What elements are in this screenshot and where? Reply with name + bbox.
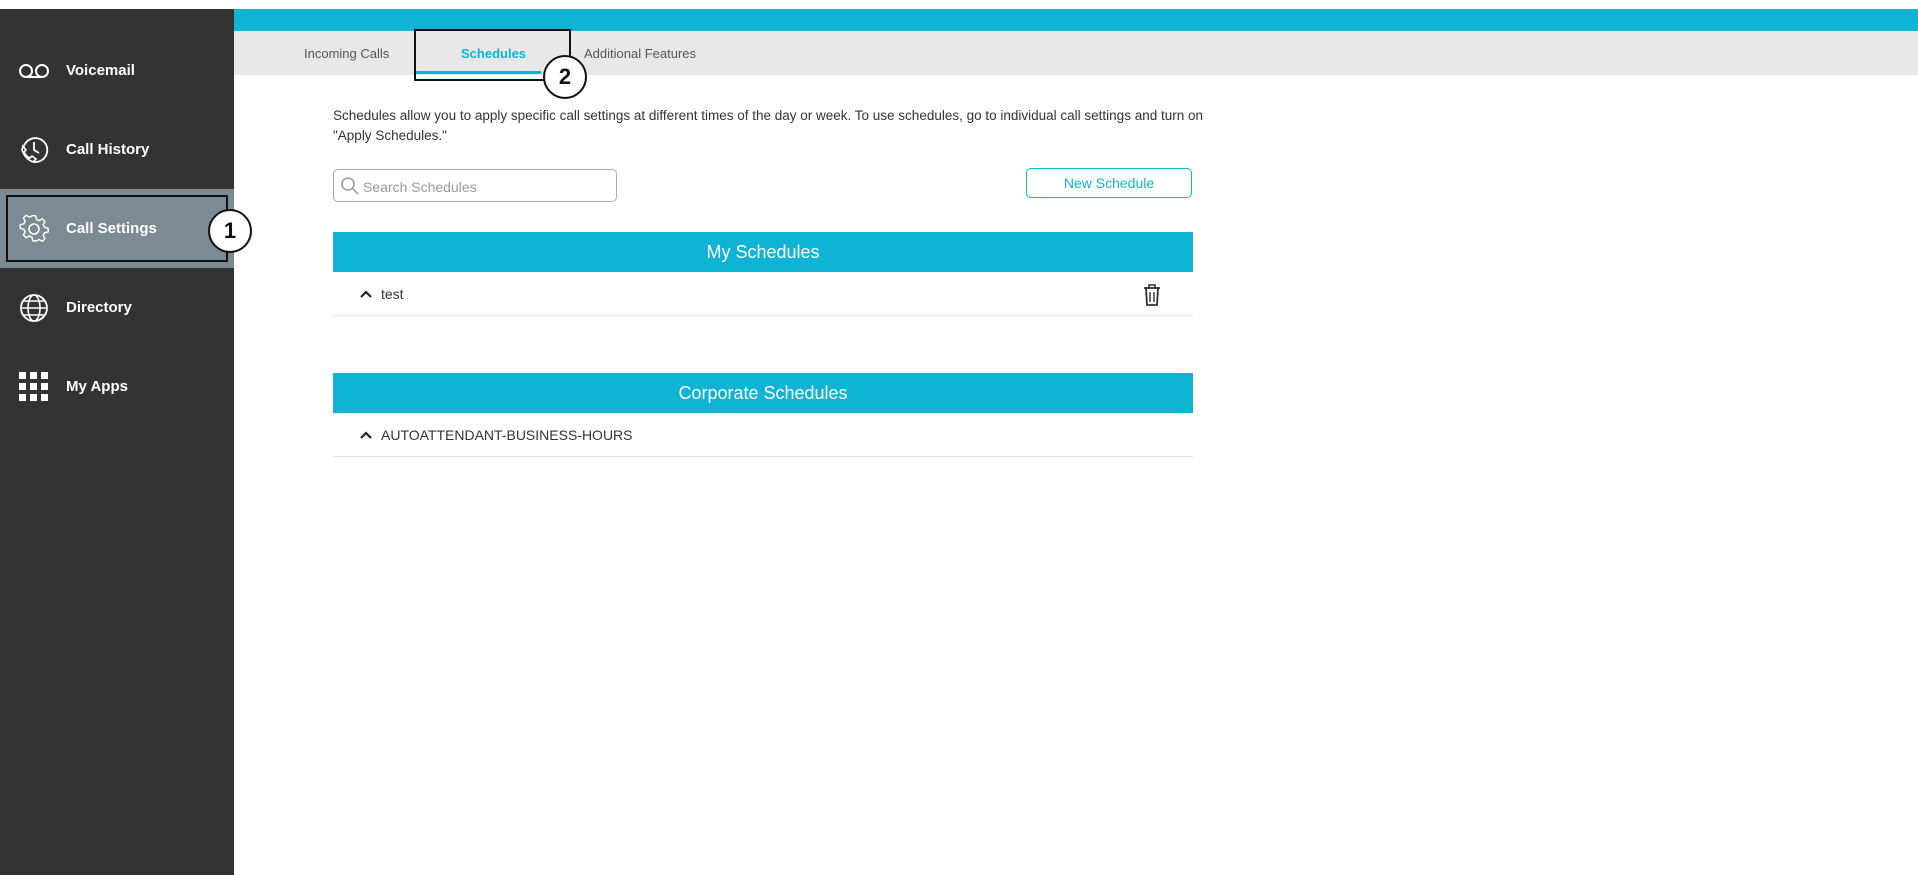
callout-badge-1: 1 — [208, 209, 252, 253]
sidebar-item-directory[interactable]: Directory — [0, 268, 234, 347]
new-schedule-button[interactable]: New Schedule — [1026, 168, 1192, 198]
sidebar-item-call-history[interactable]: Call History — [0, 110, 234, 189]
list-item: AUTOATTENDANT-BUSINESS-HOURS — [333, 413, 1193, 457]
sidebar-item-label: Directory — [66, 299, 132, 316]
sidebar-item-label: Call History — [66, 141, 150, 158]
sidebar: Voicemail Call History Call Settings Dir… — [0, 9, 234, 875]
voicemail-icon — [16, 53, 52, 89]
tab-incoming-calls[interactable]: Incoming Calls — [304, 31, 389, 75]
trash-icon[interactable] — [1141, 282, 1163, 313]
search-input[interactable] — [361, 170, 613, 203]
search-icon — [340, 176, 360, 201]
call-history-icon — [16, 132, 52, 168]
list-item: test — [333, 272, 1193, 316]
schedule-name[interactable]: AUTOATTENDANT-BUSINESS-HOURS — [381, 427, 633, 443]
accent-bar — [216, 9, 1918, 31]
gear-icon — [16, 211, 52, 247]
apps-grid-icon — [16, 369, 52, 405]
chevron-up-icon[interactable] — [359, 428, 373, 442]
sidebar-item-label: My Apps — [66, 378, 128, 395]
top-band — [0, 0, 1918, 9]
sidebar-item-voicemail[interactable]: Voicemail — [0, 31, 234, 110]
globe-icon — [16, 290, 52, 326]
search-box — [333, 169, 617, 203]
corporate-schedules-header: Corporate Schedules — [333, 373, 1193, 413]
chevron-up-icon[interactable] — [359, 287, 373, 301]
sidebar-item-my-apps[interactable]: My Apps — [0, 347, 234, 426]
schedule-name[interactable]: test — [381, 286, 404, 302]
callout-badge-2: 2 — [543, 55, 587, 99]
schedules-description: Schedules allow you to apply specific ca… — [333, 108, 1203, 143]
sidebar-item-label: Call Settings — [66, 220, 157, 237]
sidebar-item-label: Voicemail — [66, 62, 135, 79]
sidebar-item-call-settings[interactable]: Call Settings — [0, 189, 234, 268]
tab-additional-features[interactable]: Additional Features — [584, 31, 696, 75]
my-schedules-header: My Schedules — [333, 232, 1193, 272]
